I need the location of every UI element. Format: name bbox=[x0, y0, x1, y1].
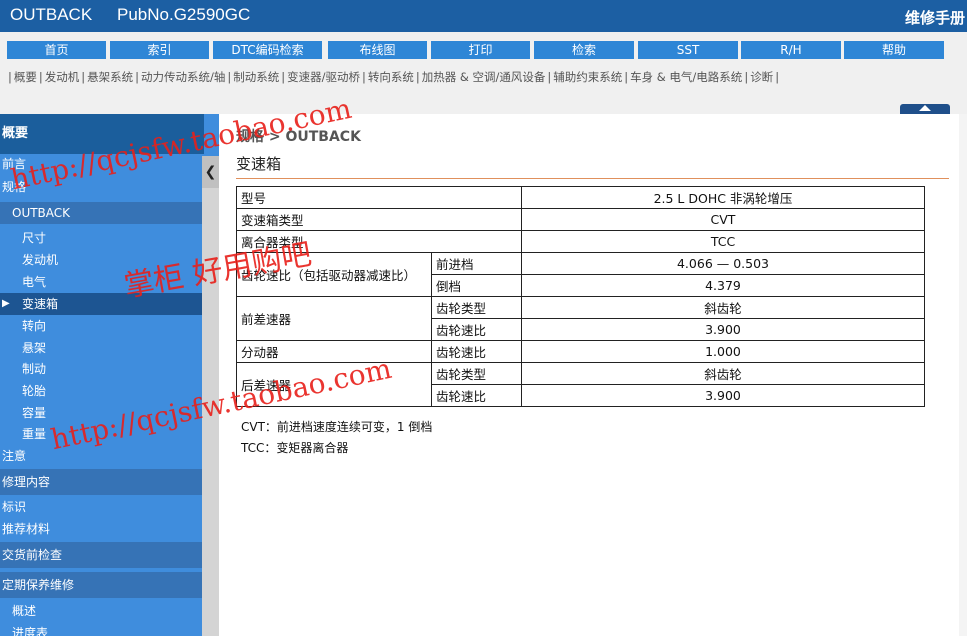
sidebar-item-summary[interactable]: 概述 bbox=[0, 601, 214, 621]
cat-diagnostics[interactable]: 诊断 bbox=[750, 70, 773, 84]
cat-hvac[interactable]: 加热器 & 空调/通风设备 bbox=[422, 70, 546, 84]
nav-rh-button[interactable]: R/H bbox=[741, 41, 841, 59]
sidebar-item-engine[interactable]: 发动机 bbox=[0, 250, 219, 270]
spec-value: 斜齿轮 bbox=[521, 362, 925, 385]
table-row: 分动器 齿轮速比 1.000 bbox=[236, 340, 925, 363]
spec-label: 变速箱类型 bbox=[236, 208, 522, 231]
sidebar-item-steering[interactable]: 转向 bbox=[0, 316, 219, 336]
spec-label: 分动器 bbox=[236, 340, 432, 363]
sidebar-item-specs[interactable]: 规格 bbox=[0, 176, 204, 198]
pub-number: PubNo.G2590GC bbox=[117, 5, 251, 24]
sidebar-item-outback[interactable]: OUTBACK bbox=[0, 202, 214, 224]
category-links: | 概要 | 发动机 | 悬架系统 | 动力传动系统/轴 | 制动系统 | 变速器/驱动桥 | 转向系统 |… bbox=[8, 70, 780, 84]
content-scrollbar[interactable] bbox=[959, 114, 967, 636]
note-tcc: TCC：变矩器离合器 bbox=[241, 441, 349, 455]
spec-value: 2.5 L DOHC 非涡轮增压 bbox=[521, 186, 925, 209]
cat-drivetrain[interactable]: 动力传动系统/轴 bbox=[141, 70, 225, 84]
sidebar-item-capacity[interactable]: 容量 bbox=[0, 403, 219, 423]
cat-suspension[interactable]: 悬架系统 bbox=[87, 70, 133, 84]
spec-value: TCC bbox=[521, 230, 925, 253]
table-row: 型号 2.5 L DOHC 非涡轮增压 bbox=[236, 186, 925, 209]
spec-sublabel: 齿轮速比 bbox=[431, 318, 522, 341]
cat-engine[interactable]: 发动机 bbox=[45, 70, 80, 84]
top-bar: OUTBACK PubNo.G2590GC 维修手册 bbox=[0, 0, 967, 32]
sidebar-item-repair[interactable]: 修理内容 bbox=[0, 469, 204, 495]
table-row: 后差速器 齿轮类型 斜齿轮 bbox=[236, 362, 925, 407]
spec-label: 后差速器 bbox=[236, 362, 432, 407]
sidebar-item-dimensions[interactable]: 尺寸 bbox=[0, 228, 219, 248]
spec-value: 3.900 bbox=[521, 384, 925, 407]
collapse-sidebar-icon[interactable]: ❮ bbox=[203, 164, 218, 184]
cat-brake[interactable]: 制动系统 bbox=[233, 70, 279, 84]
spec-sublabel: 齿轮类型 bbox=[431, 362, 522, 385]
sidebar-item-tires[interactable]: 轮胎 bbox=[0, 381, 219, 401]
sidebar-item-schedule[interactable]: 进度表 bbox=[0, 623, 214, 636]
spec-sublabel: 齿轮速比 bbox=[431, 384, 522, 407]
sidebar-header: 概要 bbox=[0, 114, 204, 154]
cat-overview[interactable]: 概要 bbox=[14, 70, 37, 84]
sidebar: 概要 前言 规格 OUTBACK 尺寸 发动机 电气 ▶ 变速箱 转向 悬架 制动… bbox=[0, 114, 219, 636]
sidebar-item-caution[interactable]: 注意 bbox=[0, 446, 204, 466]
sidebar-item-materials[interactable]: 推荐材料 bbox=[0, 519, 204, 539]
spec-table: 型号 2.5 L DOHC 非涡轮增压 变速箱类型 CVT 离合器类型 TCC … bbox=[236, 186, 925, 407]
spec-value: 4.066 — 0.503 bbox=[521, 252, 925, 275]
sidebar-item-weight[interactable]: 重量 bbox=[0, 424, 219, 444]
nav-search-button[interactable]: 检索 bbox=[534, 41, 634, 59]
note-cvt: CVT：前进档速度连续可变，1 倒档 bbox=[241, 420, 433, 434]
table-row: 齿轮速比（包括驱动器减速比） 前进档 4.066 — 0.503 bbox=[236, 252, 925, 297]
sidebar-item-maintenance[interactable]: 定期保养维修 bbox=[0, 572, 204, 598]
cat-restraint[interactable]: 辅助约束系统 bbox=[553, 70, 622, 84]
table-row: 变速箱类型 CVT bbox=[236, 208, 925, 231]
caret-right-icon: ▶ bbox=[2, 298, 10, 309]
spec-value: 4.379 bbox=[521, 274, 925, 297]
manual-label: 维修手册 bbox=[904, 9, 965, 27]
chevron-up-icon bbox=[919, 105, 931, 111]
sidebar-item-brake[interactable]: 制动 bbox=[0, 359, 219, 379]
spec-label: 型号 bbox=[236, 186, 522, 209]
spec-label: 离合器类型 bbox=[236, 230, 522, 253]
sidebar-item-predelivery[interactable]: 交货前检查 bbox=[0, 542, 204, 568]
nav-index-button[interactable]: 索引 bbox=[110, 41, 209, 59]
nav-sst-button[interactable]: SST bbox=[638, 41, 738, 59]
spec-value: 3.900 bbox=[521, 318, 925, 341]
sidebar-item-preface[interactable]: 前言 bbox=[0, 154, 204, 174]
spec-label: 前差速器 bbox=[236, 296, 432, 341]
spec-value: 1.000 bbox=[521, 340, 925, 363]
spec-value: 斜齿轮 bbox=[521, 296, 925, 319]
title-divider bbox=[236, 178, 949, 179]
spec-sublabel: 倒档 bbox=[431, 274, 522, 297]
cat-steering[interactable]: 转向系统 bbox=[368, 70, 414, 84]
nav-home-button[interactable]: 首页 bbox=[7, 41, 106, 59]
spec-value: CVT bbox=[521, 208, 925, 231]
spec-sublabel: 齿轮速比 bbox=[431, 340, 522, 363]
nav-print-button[interactable]: 打印 bbox=[431, 41, 530, 59]
sidebar-scrollbar[interactable] bbox=[202, 156, 219, 636]
table-row: 离合器类型 TCC bbox=[236, 230, 925, 253]
app-title: OUTBACK bbox=[10, 5, 93, 24]
sidebar-item-electrical[interactable]: 电气 bbox=[0, 272, 219, 292]
nav-bar: 首页 索引 DTC编码检索 布线图 打印 检索 SST R/H 帮助 | 概要 | 发… bbox=[0, 32, 967, 114]
nav-help-button[interactable]: 帮助 bbox=[844, 41, 944, 59]
sidebar-item-identification[interactable]: 标识 bbox=[0, 497, 204, 517]
nav-wiring-button[interactable]: 布线图 bbox=[328, 41, 427, 59]
sidebar-item-suspension[interactable]: 悬架 bbox=[0, 338, 219, 358]
sidebar-item-transmission[interactable]: ▶ 变速箱 bbox=[0, 293, 219, 315]
table-row: 前差速器 齿轮类型 斜齿轮 bbox=[236, 296, 925, 341]
spec-label: 齿轮速比（包括驱动器减速比） bbox=[236, 252, 432, 297]
spec-sublabel: 齿轮类型 bbox=[431, 296, 522, 319]
cat-transmission[interactable]: 变速器/驱动桥 bbox=[287, 70, 360, 84]
section-title: 变速箱 bbox=[236, 155, 282, 173]
breadcrumb: 规格 > OUTBACK bbox=[236, 129, 361, 145]
collapse-header-button[interactable] bbox=[900, 104, 950, 114]
spec-sublabel: 前进档 bbox=[431, 252, 522, 275]
nav-dtc-search-button[interactable]: DTC编码检索 bbox=[213, 41, 322, 59]
cat-body-electrical[interactable]: 车身 & 电气/电路系统 bbox=[630, 70, 742, 84]
